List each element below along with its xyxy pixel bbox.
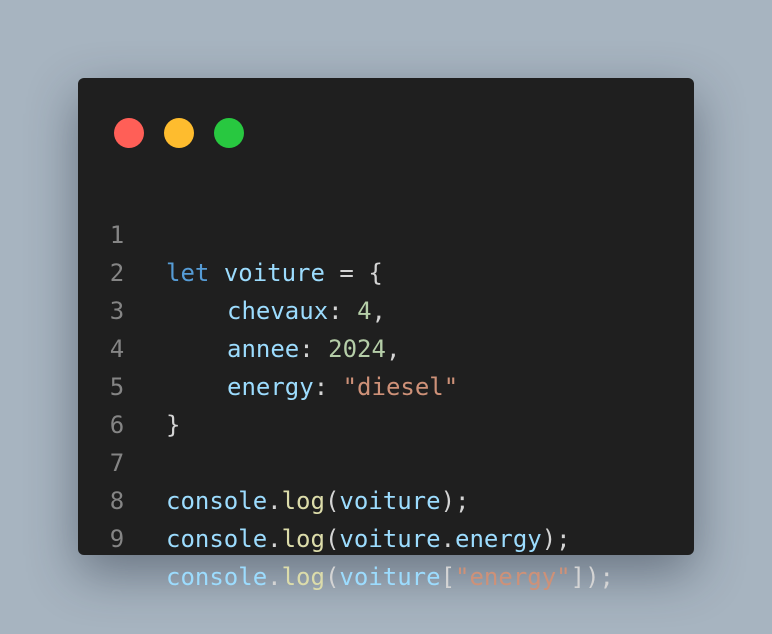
code-line: 2 chevaux: 4, bbox=[78, 216, 386, 325]
code-line: 3 annee: 2024, bbox=[78, 254, 401, 363]
open-brace: { bbox=[368, 259, 383, 287]
close-brace: } bbox=[166, 411, 181, 439]
property-key: chevaux bbox=[227, 297, 329, 325]
function-name: log bbox=[281, 563, 325, 591]
close-bracket-paren: ]); bbox=[570, 563, 614, 591]
line-content: energy: "diesel" bbox=[166, 368, 458, 406]
colon: : bbox=[313, 373, 329, 401]
code-line: 5 } bbox=[78, 330, 181, 439]
number-value: 2024 bbox=[328, 335, 386, 363]
comma: , bbox=[385, 335, 401, 363]
string-value: "diesel" bbox=[342, 373, 459, 401]
line-content: } bbox=[166, 406, 180, 444]
code-block: 1 let voiture = { 2 chevaux: 4, 3 annee:… bbox=[78, 178, 614, 591]
dot: . bbox=[267, 487, 282, 515]
code-line: 4 energy: "diesel" bbox=[78, 292, 458, 401]
line-content: console.log(voiture); bbox=[166, 482, 469, 520]
maximize-window-button[interactable] bbox=[214, 118, 244, 148]
code-window: 1 let voiture = { 2 chevaux: 4, 3 annee:… bbox=[78, 78, 694, 591]
comma: , bbox=[371, 297, 386, 325]
close-window-button[interactable] bbox=[114, 118, 144, 148]
open-paren: ( bbox=[324, 525, 340, 553]
variable-name: voiture bbox=[223, 259, 325, 287]
line-number: 9 bbox=[109, 525, 125, 553]
operator: = bbox=[339, 259, 354, 287]
close-paren: ); bbox=[541, 525, 571, 553]
number-value: 4 bbox=[357, 297, 372, 325]
code-line: 7 console.log(voiture); bbox=[78, 406, 470, 515]
open-bracket: [ bbox=[440, 563, 456, 591]
keyword: let bbox=[166, 259, 210, 287]
line-content: let voiture = { bbox=[166, 254, 383, 292]
open-paren: ( bbox=[324, 487, 340, 515]
colon: : bbox=[299, 335, 314, 363]
dot: . bbox=[440, 525, 456, 553]
property-key: annee bbox=[227, 335, 300, 363]
object-name: console bbox=[166, 525, 268, 553]
code-line: 6 bbox=[78, 368, 165, 439]
property-key: energy bbox=[227, 373, 314, 401]
dot: . bbox=[267, 525, 282, 553]
object-name: console bbox=[166, 563, 268, 591]
code-line: 8 console.log(voiture.energy); bbox=[78, 444, 571, 553]
close-paren: ); bbox=[440, 487, 470, 515]
line-content: annee: 2024, bbox=[166, 330, 400, 368]
string-value: "energy" bbox=[455, 563, 571, 591]
colon: : bbox=[328, 297, 343, 325]
line-content: console.log(voiture.energy); bbox=[166, 520, 571, 558]
argument: voiture bbox=[339, 525, 441, 553]
argument: voiture bbox=[339, 563, 441, 591]
function-name: log bbox=[281, 487, 325, 515]
dot: . bbox=[267, 563, 282, 591]
line-content: chevaux: 4, bbox=[166, 292, 386, 330]
property-name: energy bbox=[455, 525, 542, 553]
function-name: log bbox=[281, 525, 325, 553]
open-paren: ( bbox=[324, 563, 340, 591]
minimize-window-button[interactable] bbox=[164, 118, 194, 148]
argument: voiture bbox=[339, 487, 441, 515]
code-line: 1 let voiture = { bbox=[78, 178, 383, 287]
line-content: console.log(voiture["energy"]); bbox=[166, 558, 614, 596]
code-line: 9 console.log(voiture["energy"]); bbox=[78, 482, 614, 591]
object-name: console bbox=[166, 487, 268, 515]
